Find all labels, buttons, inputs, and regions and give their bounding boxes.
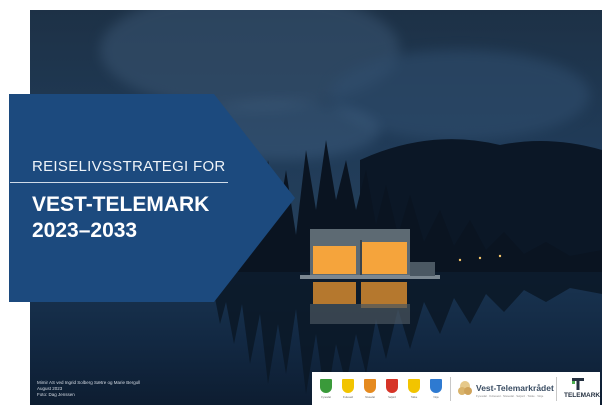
crest-caption: Vinje bbox=[433, 396, 439, 399]
vinje-crest-icon bbox=[430, 379, 442, 393]
fyresdal-crest-icon bbox=[320, 379, 332, 393]
tokke-crest-icon bbox=[408, 379, 420, 393]
logo-divider bbox=[556, 377, 557, 401]
crest-caption: Kviteseid bbox=[342, 396, 354, 399]
logo-divider bbox=[450, 377, 451, 401]
crest-caption: Nissedal bbox=[365, 396, 375, 399]
subtitle: REISELIVSSTRATEGI FOR bbox=[32, 158, 226, 175]
crest-caption: Fyresdal bbox=[321, 396, 331, 399]
telemark-logo-icon bbox=[572, 378, 584, 390]
logo-bar: Fyresdal Kviteseid Nissedal Seljord Tokk… bbox=[312, 372, 600, 405]
credit-date: August 2023 bbox=[37, 386, 63, 391]
seljord-crest-icon bbox=[386, 379, 398, 393]
title-divider bbox=[10, 182, 228, 183]
title-line-2: 2023–2033 bbox=[32, 219, 138, 242]
nissedal-crest-icon bbox=[364, 379, 376, 393]
crest-caption: Tokke bbox=[410, 396, 418, 399]
credit-authors: Mimir AS ved Ingrid Solberg Sætre og Mar… bbox=[37, 380, 141, 385]
title-line-1: VEST-TELEMARK bbox=[32, 193, 210, 216]
credit-photo: Foto: Dag Jenssen bbox=[37, 392, 75, 397]
crest-caption: Seljord bbox=[388, 396, 396, 399]
vest-telemarkradet-logo-icon bbox=[458, 381, 472, 395]
region-name: Vest-Telemarkrådet bbox=[476, 383, 554, 393]
region-subtitle: Fyresdal · Kviteseid · Nissedal · Seljor… bbox=[476, 394, 544, 398]
county-name: TELEMARK bbox=[564, 392, 601, 399]
kviteseid-crest-icon bbox=[342, 379, 354, 393]
